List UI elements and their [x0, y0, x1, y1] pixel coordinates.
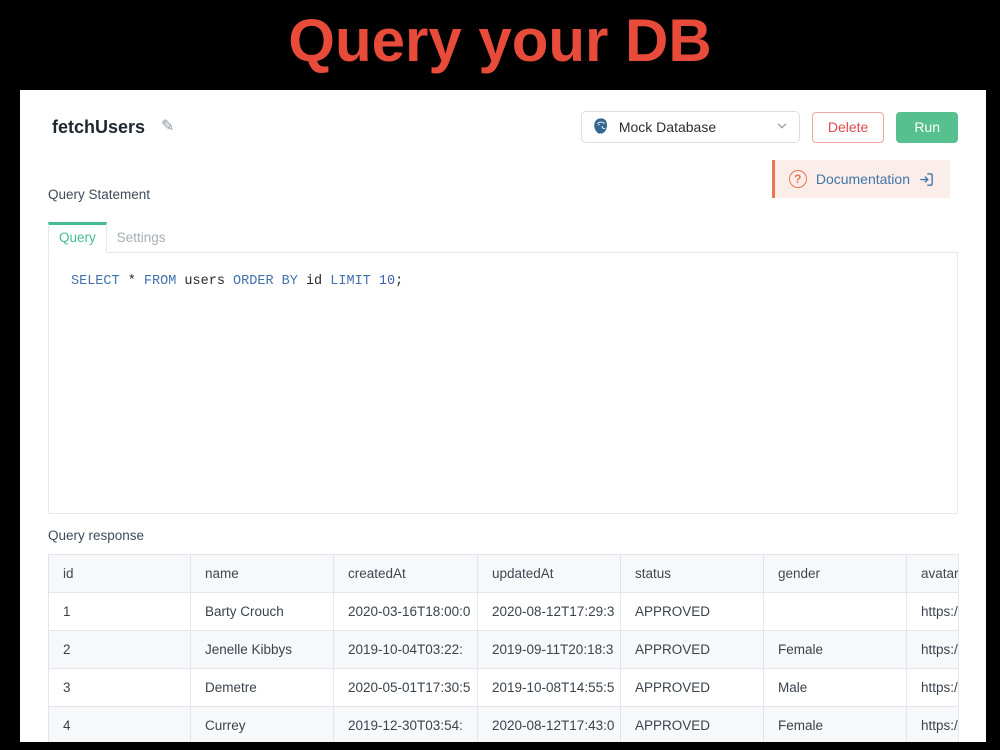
table-cell: APPROVED [621, 707, 764, 743]
table-row: 1Barty Crouch2020-03-16T18:00:02020-08-1… [49, 593, 959, 631]
table-cell: https:// [907, 593, 959, 631]
table-cell: 2020-08-12T17:29:3 [478, 593, 621, 631]
editor-tabs: Query Settings [48, 222, 958, 253]
tab-query[interactable]: Query [48, 222, 107, 253]
question-icon: ? [789, 170, 807, 188]
response-table-wrap: idnamecreatedAtupdatedAtstatusgenderavat… [48, 554, 958, 742]
page-title: Query your DB [0, 6, 1000, 75]
database-select-value: Mock Database [619, 119, 766, 135]
table-row: 2Jenelle Kibbys2019-10-04T03:22:2019-09-… [49, 631, 959, 669]
sql-token-plain: ; [395, 274, 403, 289]
table-cell: 2019-09-11T20:18:3 [478, 631, 621, 669]
sql-token-keyword: SELECT [71, 274, 120, 289]
column-header-createdAt: createdAt [334, 555, 478, 593]
column-header-name: name [191, 555, 334, 593]
header-actions: Mock Database Delete Run [581, 111, 958, 143]
table-cell: https:// [907, 631, 959, 669]
column-header-id: id [49, 555, 191, 593]
edit-pencil-icon[interactable]: ✎ [161, 116, 174, 136]
table-cell: APPROVED [621, 631, 764, 669]
table-header-row: idnamecreatedAtupdatedAtstatusgenderavat… [49, 555, 959, 593]
tab-settings[interactable]: Settings [107, 222, 176, 253]
documentation-link-label: Documentation [816, 171, 910, 187]
table-cell: https:// [907, 669, 959, 707]
table-cell: APPROVED [621, 669, 764, 707]
sql-token-plain [371, 274, 379, 289]
table-cell: https:// [907, 707, 959, 743]
chevron-down-icon [775, 119, 789, 136]
table-cell: 2020-08-12T17:43:0 [478, 707, 621, 743]
panel-header: fetchUsers ✎ Mock Database Delete [52, 110, 958, 144]
table-cell: APPROVED [621, 593, 764, 631]
postgresql-icon [592, 117, 610, 138]
query-statement-label: Query Statement [48, 187, 150, 202]
table-cell: Female [764, 631, 907, 669]
table-cell: Male [764, 669, 907, 707]
column-header-updatedAt: updatedAt [478, 555, 621, 593]
table-cell [764, 593, 907, 631]
response-table: idnamecreatedAtupdatedAtstatusgenderavat… [48, 554, 959, 742]
column-header-status: status [621, 555, 764, 593]
sql-statement: SELECT * FROM users ORDER BY id LIMIT 10… [71, 274, 935, 289]
table-row: 4Currey2019-12-30T03:54:2020-08-12T17:43… [49, 707, 959, 743]
table-cell: Currey [191, 707, 334, 743]
table-cell: 1 [49, 593, 191, 631]
documentation-banner[interactable]: ? Documentation [772, 160, 950, 198]
table-cell: 3 [49, 669, 191, 707]
table-cell: Barty Crouch [191, 593, 334, 631]
table-cell: 2020-03-16T18:00:0 [334, 593, 478, 631]
table-cell: Demetre [191, 669, 334, 707]
run-button[interactable]: Run [896, 112, 958, 143]
sql-token-number: 10 [379, 274, 395, 289]
column-header-gender: gender [764, 555, 907, 593]
table-cell: 2019-10-04T03:22: [334, 631, 478, 669]
sql-editor[interactable]: SELECT * FROM users ORDER BY id LIMIT 10… [48, 252, 958, 514]
table-row: 3Demetre2020-05-01T17:30:52019-10-08T14:… [49, 669, 959, 707]
table-cell: Female [764, 707, 907, 743]
delete-button[interactable]: Delete [812, 112, 884, 143]
query-name: fetchUsers [52, 117, 145, 138]
table-cell: 4 [49, 707, 191, 743]
table-cell: 2019-10-08T14:55:5 [478, 669, 621, 707]
sign-in-icon [919, 172, 934, 187]
query-name-wrap: fetchUsers ✎ [52, 117, 174, 138]
query-editor-panel: fetchUsers ✎ Mock Database Delete [20, 90, 986, 742]
database-select[interactable]: Mock Database [581, 111, 800, 143]
sql-token-plain: id [298, 274, 330, 289]
table-cell: 2 [49, 631, 191, 669]
query-response-label: Query response [48, 528, 144, 543]
column-header-avatar: avatar [907, 555, 959, 593]
sql-token-plain: users [176, 274, 233, 289]
sql-token-keyword: LIMIT [330, 274, 371, 289]
table-cell: 2020-05-01T17:30:5 [334, 669, 478, 707]
table-cell: 2019-12-30T03:54: [334, 707, 478, 743]
table-cell: Jenelle Kibbys [191, 631, 334, 669]
editor-area: Query Settings SELECT * FROM users ORDER… [48, 222, 958, 514]
sql-token-keyword: ORDER BY [233, 274, 298, 289]
sql-token-keyword: FROM [144, 274, 176, 289]
sql-token-plain: * [120, 274, 144, 289]
